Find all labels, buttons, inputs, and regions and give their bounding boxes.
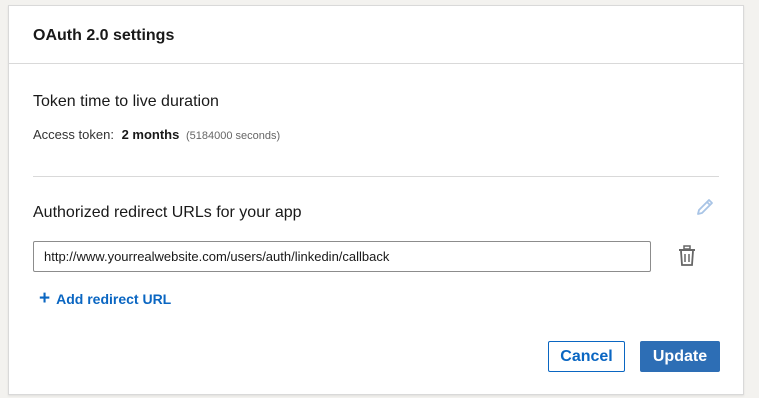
card-title: OAuth 2.0 settings [33, 27, 175, 44]
card-header: OAuth 2.0 settings [9, 6, 743, 64]
access-token-seconds: (5184000 seconds) [185, 130, 281, 142]
update-button[interactable]: Update [640, 341, 720, 372]
oauth-settings-card: OAuth 2.0 settings Token time to live du… [8, 5, 744, 395]
redirect-url-input[interactable] [33, 241, 651, 272]
token-section-title: Token time to live duration [33, 93, 219, 110]
access-token-value: 2 months [121, 127, 180, 142]
access-token-line: Access token: 2 months (5184000 seconds) [33, 127, 280, 142]
pencil-icon[interactable] [694, 196, 716, 218]
plus-icon: + [39, 288, 51, 309]
redirect-section-title: Authorized redirect URLs for your app [33, 204, 302, 221]
cancel-button[interactable]: Cancel [548, 341, 625, 372]
section-divider [33, 176, 719, 177]
add-redirect-url-link[interactable]: + Add redirect URL [39, 288, 172, 309]
trash-icon[interactable] [676, 244, 698, 268]
access-token-label: Access token: [33, 127, 114, 142]
add-redirect-url-label: Add redirect URL [56, 291, 172, 307]
